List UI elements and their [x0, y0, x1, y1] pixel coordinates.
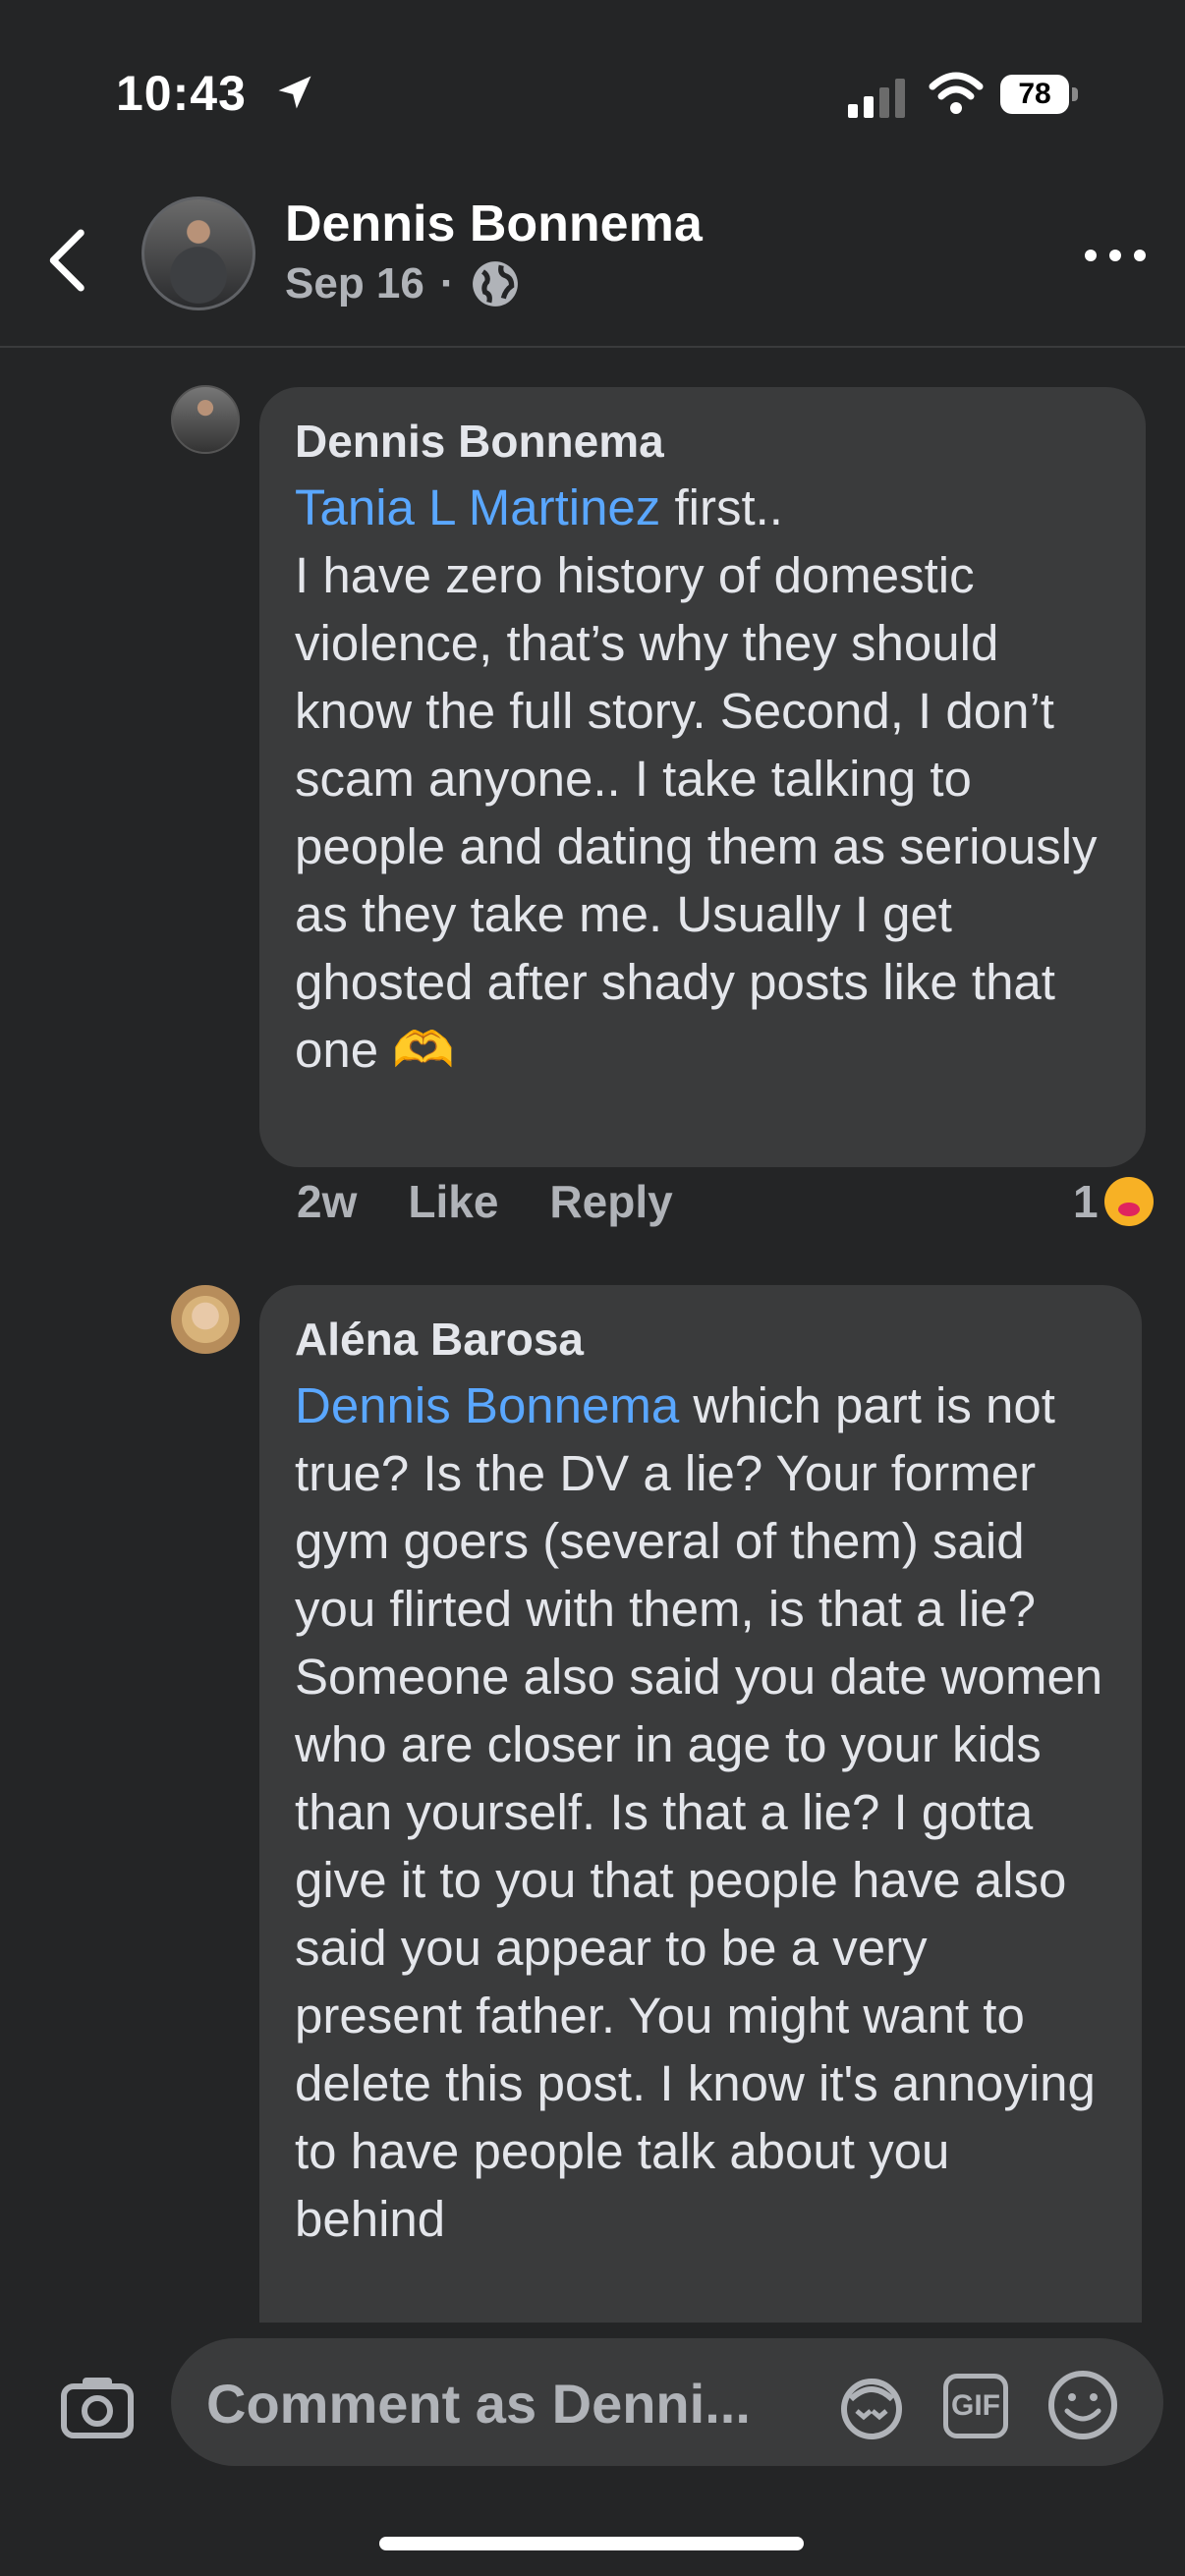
- camera-icon[interactable]: [61, 2374, 134, 2438]
- battery-level: 78: [1000, 75, 1069, 114]
- back-chevron-icon[interactable]: [39, 226, 98, 295]
- comment-text: Tania L Martinez first.. I have zero his…: [295, 474, 1110, 1084]
- comment-timestamp[interactable]: 2w: [297, 1175, 357, 1228]
- home-indicator: [379, 2537, 804, 2550]
- comment-avatar[interactable]: [171, 385, 240, 454]
- comment-text: Dennis Bonnema which part is not true? I…: [295, 1372, 1106, 2253]
- gif-icon[interactable]: GIF: [943, 2374, 1008, 2438]
- post-meta: Sep 16 ·: [285, 259, 520, 308]
- mention-link[interactable]: Tania L Martinez: [295, 479, 660, 535]
- comment-input[interactable]: Comment as Denni... GIF: [171, 2338, 1163, 2466]
- comment-bubble: Aléna Barosa Dennis Bonnema which part i…: [259, 1285, 1142, 2405]
- author-avatar[interactable]: [141, 196, 255, 310]
- comment-author[interactable]: Dennis Bonnema: [295, 413, 1110, 470]
- comment-actions: 2w Like Reply: [297, 1175, 673, 1228]
- status-time: 10:43: [116, 66, 247, 121]
- wifi-icon: [929, 72, 984, 114]
- comment-author[interactable]: Aléna Barosa: [295, 1311, 1106, 1368]
- like-button[interactable]: Like: [408, 1175, 498, 1228]
- avatar-sticker-icon[interactable]: [837, 2372, 906, 2440]
- battery-indicator: 78: [1000, 75, 1079, 116]
- globe-icon: [472, 261, 518, 307]
- comment-bubble: Dennis Bonnema Tania L Martinez first.. …: [259, 387, 1146, 1167]
- status-bar: 10:43 78: [0, 0, 1185, 187]
- cellular-signal-icon: [848, 79, 905, 118]
- reaction-summary[interactable]: 1: [1073, 1175, 1154, 1228]
- reaction-count: 1: [1073, 1176, 1099, 1227]
- care-reaction-icon: [1103, 1177, 1154, 1226]
- mention-link[interactable]: Dennis Bonnema: [295, 1377, 679, 1433]
- emoji-icon[interactable]: [1047, 2370, 1118, 2440]
- comment-placeholder: Comment as Denni...: [206, 2373, 751, 2435]
- comment-body: which part is not true? Is the DV a lie?…: [295, 1377, 1103, 2247]
- author-name[interactable]: Dennis Bonnema: [285, 195, 703, 253]
- post-header: Dennis Bonnema Sep 16 ·: [0, 187, 1185, 348]
- location-arrow-icon: [278, 76, 311, 109]
- post-date: Sep 16: [285, 259, 424, 308]
- comment-avatar[interactable]: [171, 1285, 240, 1354]
- reply-button[interactable]: Reply: [549, 1175, 672, 1228]
- meta-separator: ·: [439, 259, 455, 308]
- more-options-icon[interactable]: [1081, 236, 1150, 275]
- comment-body: first.. I have zero history of domestic …: [295, 479, 1098, 1078]
